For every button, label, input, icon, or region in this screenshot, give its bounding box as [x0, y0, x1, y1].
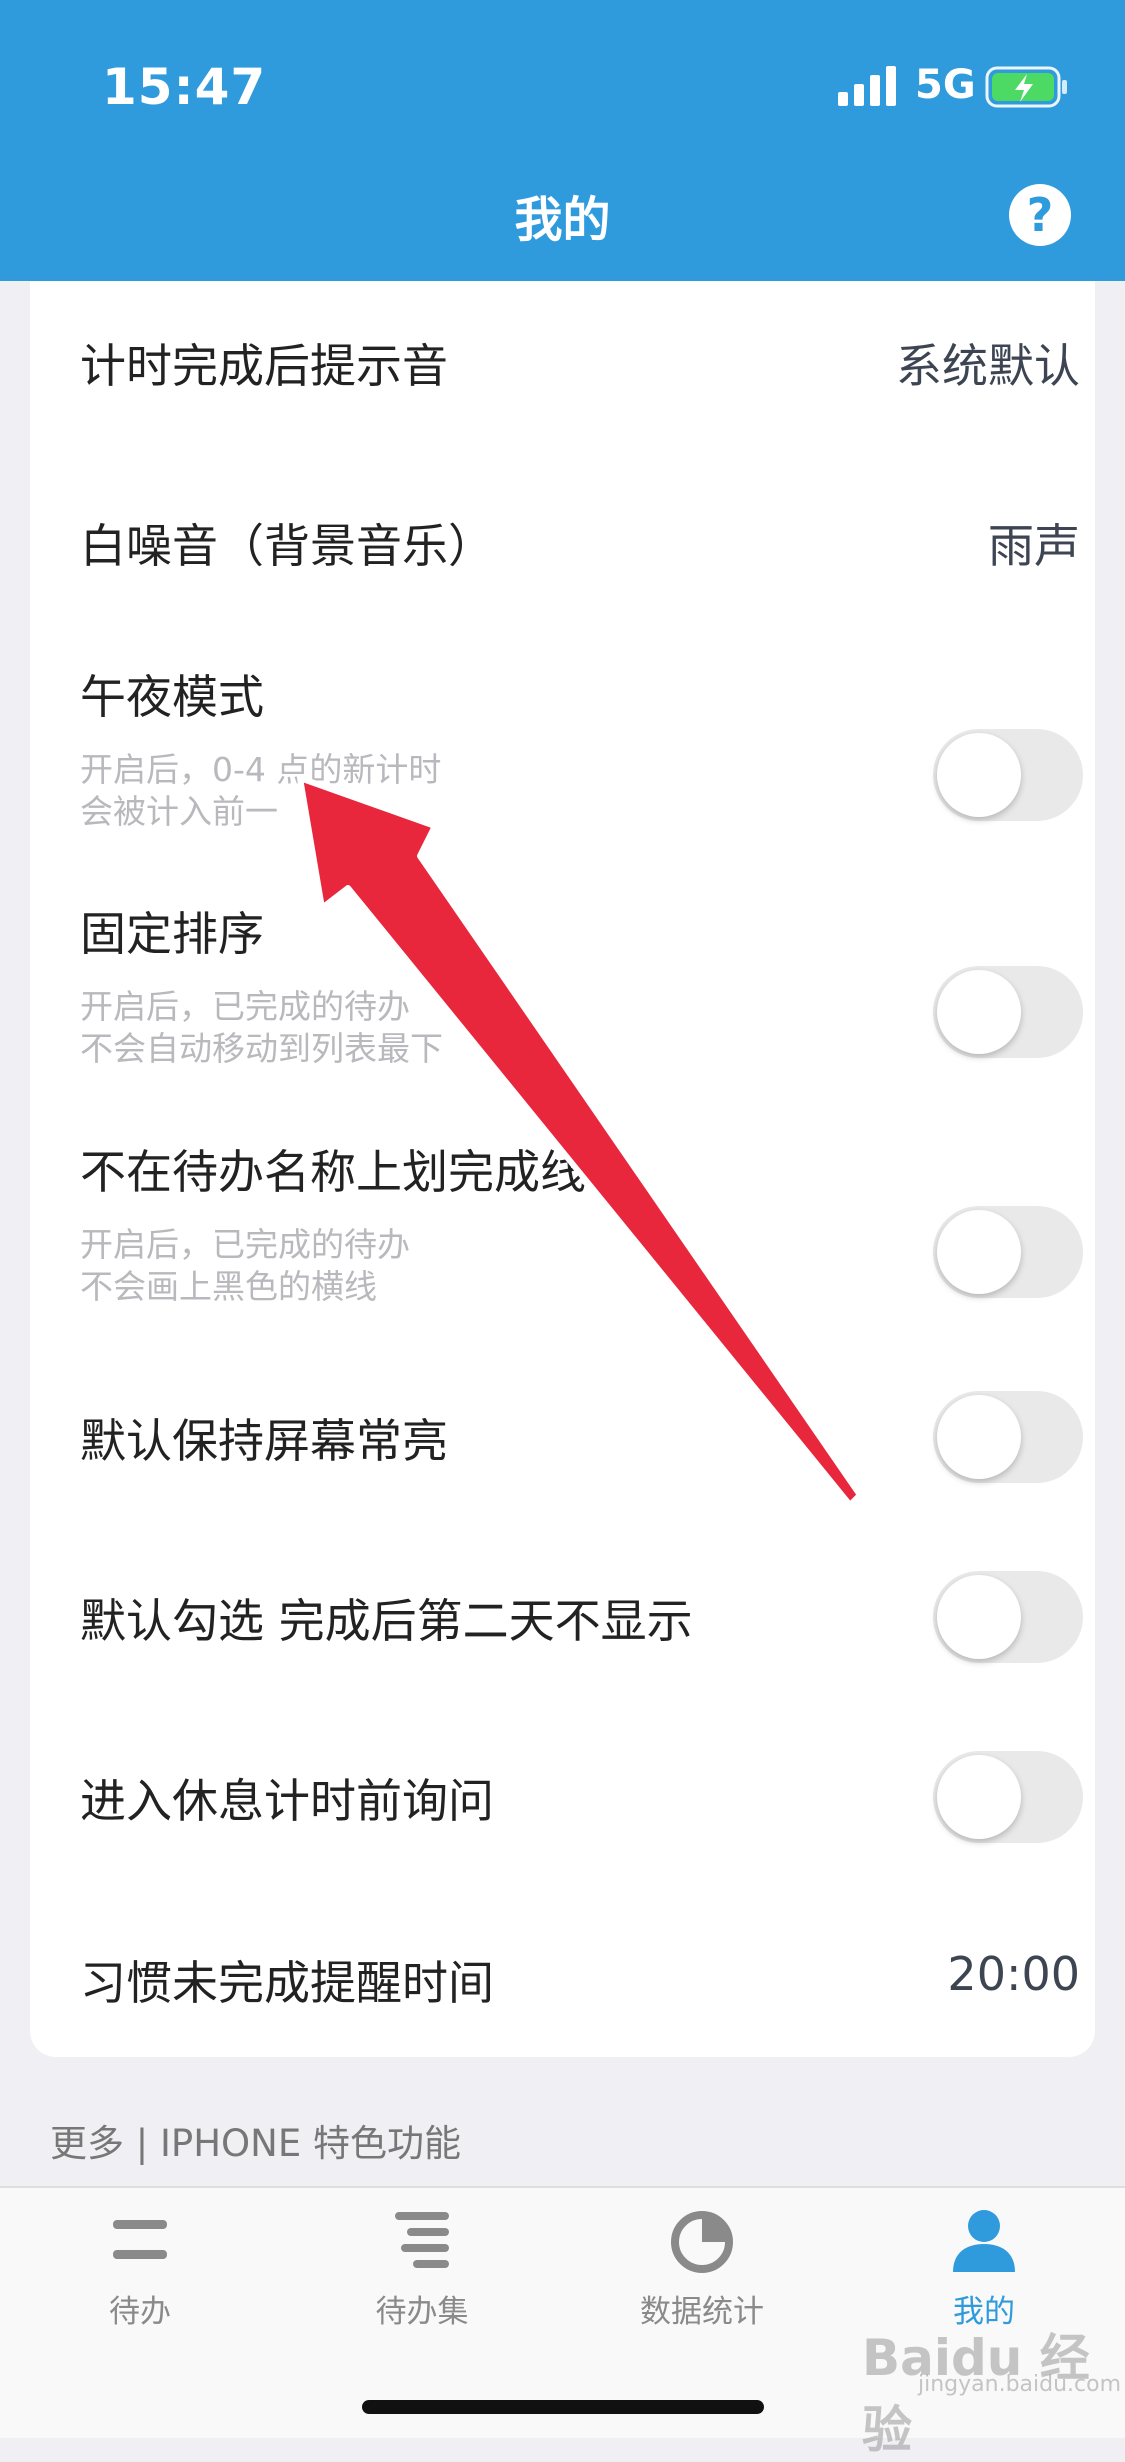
tab-label: 待办	[109, 2294, 171, 2330]
setting-desc: 开启后，0-4 点的新计时	[80, 750, 442, 789]
help-icon[interactable]: ?	[1009, 184, 1071, 246]
setting-row-midnight: 午夜模式 开启后，0-4 点的新计时 会被计入前一	[80, 661, 1083, 831]
stack-list-icon	[395, 2212, 449, 2268]
setting-label: 习惯未完成提醒时间	[80, 1956, 494, 2010]
setting-row-sound[interactable]: 计时完成后提示音 系统默认	[80, 326, 1080, 396]
setting-label: 进入休息计时前询问	[80, 1774, 494, 1828]
setting-row-habit-reminder[interactable]: 习惯未完成提醒时间 20:00	[80, 1943, 1080, 2013]
setting-label: 不在待办名称上划完成线	[80, 1145, 586, 1199]
tab-todo-sets[interactable]: 待办集	[332, 2206, 512, 2346]
setting-row-white-noise[interactable]: 白噪音（背景音乐） 雨声	[80, 506, 1080, 576]
header-bar: 15:47 5G 我的 ?	[0, 0, 1125, 281]
midnight-toggle[interactable]	[933, 729, 1083, 821]
setting-value: 20:00	[947, 1947, 1080, 2001]
setting-row-hide-next-day: 默认勾选 完成后第二天不显示	[80, 1571, 1083, 1663]
signal-icon	[838, 66, 896, 106]
setting-row-ask-rest: 进入休息计时前询问	[80, 1751, 1083, 1843]
page-title: 我的	[514, 192, 611, 248]
tab-label: 数据统计	[640, 2294, 764, 2330]
setting-label: 午夜模式	[80, 670, 264, 724]
no-strike-toggle[interactable]	[933, 1206, 1083, 1298]
setting-row-no-strike: 不在待办名称上划完成线 开启后，已完成的待办 不会画上黑色的横线	[80, 1136, 1083, 1306]
tab-label: 待办集	[375, 2294, 469, 2330]
setting-label: 固定排序	[80, 907, 264, 961]
tab-todo[interactable]: 待办	[50, 2206, 230, 2346]
watermark-url: jingyan.baidu.com	[918, 2372, 1122, 2397]
home-indicator	[362, 2400, 764, 2414]
setting-label: 白噪音（背景音乐）	[80, 519, 494, 573]
list-icon	[113, 2220, 167, 2259]
setting-desc: 不会自动移动到列表最下	[80, 1029, 443, 1068]
settings-card: 计时完成后提示音 系统默认 白噪音（背景音乐） 雨声 午夜模式 开启后，0-4 …	[30, 281, 1095, 2057]
setting-label: 默认保持屏幕常亮	[80, 1414, 448, 1468]
screen-on-toggle[interactable]	[933, 1391, 1083, 1483]
status-time: 15:47	[102, 58, 267, 116]
setting-label: 默认勾选 完成后第二天不显示	[80, 1594, 693, 1648]
network-type: 5G	[915, 62, 976, 108]
section-header-more: 更多 | IPHONE 特色功能	[50, 2122, 461, 2165]
setting-label: 计时完成后提示音	[80, 339, 448, 393]
setting-desc: 会被计入前一	[80, 792, 278, 831]
hide-next-day-toggle[interactable]	[933, 1571, 1083, 1663]
ask-rest-toggle[interactable]	[933, 1751, 1083, 1843]
setting-row-screen-on: 默认保持屏幕常亮	[80, 1391, 1083, 1483]
setting-desc: 不会画上黑色的横线	[80, 1267, 377, 1306]
person-icon	[953, 2210, 1015, 2272]
pie-chart-icon	[671, 2211, 733, 2273]
battery-charging-icon	[985, 66, 1067, 108]
tab-statistics[interactable]: 数据统计	[612, 2206, 792, 2346]
setting-desc: 开启后，已完成的待办	[80, 987, 410, 1026]
setting-row-fixed-sort: 固定排序 开启后，已完成的待办 不会自动移动到列表最下	[80, 898, 1083, 1068]
fixed-sort-toggle[interactable]	[933, 966, 1083, 1058]
setting-value: 雨声	[988, 519, 1080, 573]
setting-value: 系统默认	[896, 339, 1080, 393]
setting-desc: 开启后，已完成的待办	[80, 1225, 410, 1264]
